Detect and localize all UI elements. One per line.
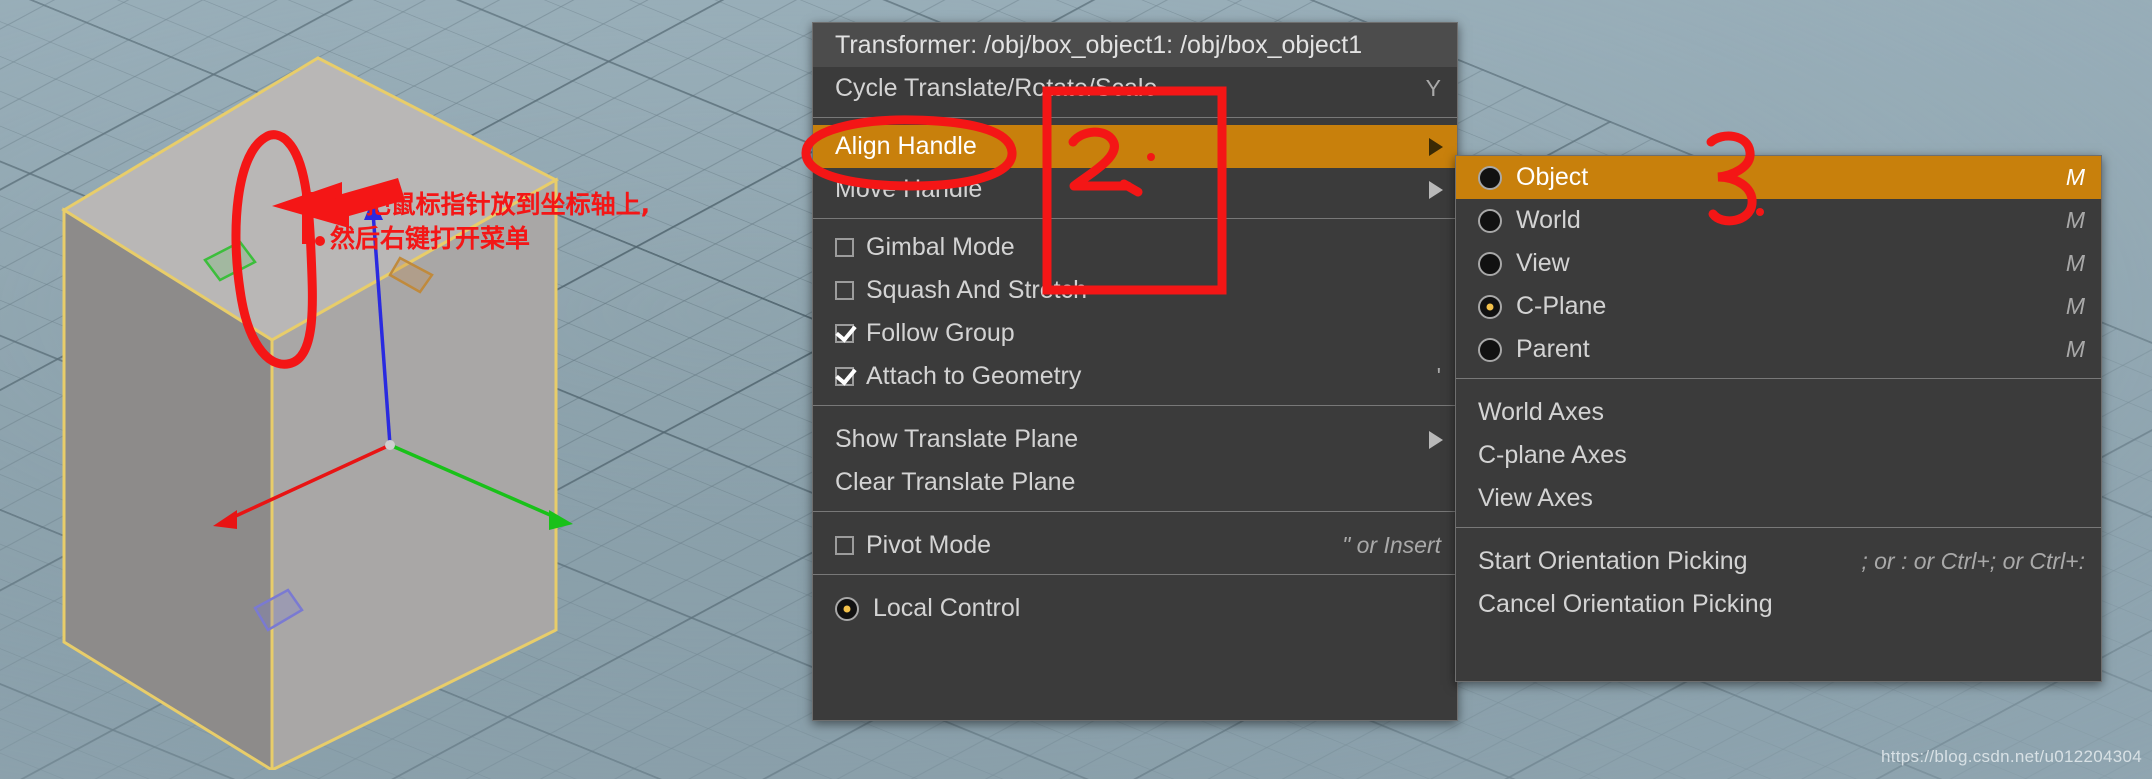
align-handle-submenu[interactable]: Object M World M View M C-Plane M Parent… bbox=[1455, 155, 2102, 682]
submenu-item-cancel-orientation-picking[interactable]: Cancel Orientation Picking bbox=[1456, 583, 2101, 626]
gizmo-origin[interactable] bbox=[385, 440, 395, 450]
context-menu-title: Transformer: /obj/box_object1: /obj/box_… bbox=[813, 23, 1457, 67]
submenu-item-world-axes[interactable]: World Axes bbox=[1456, 391, 2101, 434]
menu-item-follow-group[interactable]: Follow Group bbox=[813, 312, 1457, 355]
menu-item-show-translate-plane[interactable]: Show Translate Plane bbox=[813, 418, 1457, 461]
annotation-step-one-line1: 1. 把鼠标指针放到坐标轴上, bbox=[330, 190, 651, 219]
submenu-item-object[interactable]: Object M bbox=[1456, 156, 2101, 199]
watermark: https://blog.csdn.net/u012204304 bbox=[1880, 747, 2142, 766]
menu-item-squash-and-stretch[interactable]: Squash And Stretch bbox=[813, 269, 1457, 312]
menu-separator bbox=[813, 511, 1457, 512]
gizmo-x-arrowhead[interactable] bbox=[213, 510, 237, 529]
menu-item-move-handle[interactable]: Move Handle bbox=[813, 168, 1457, 211]
radio-unselected-icon[interactable] bbox=[1478, 208, 1502, 233]
chevron-right-icon bbox=[1429, 430, 1443, 449]
menu-item-pivot-mode[interactable]: Pivot Mode " or Insert bbox=[813, 524, 1457, 567]
checkbox-checked-icon[interactable] bbox=[835, 367, 854, 386]
menu-item-clear-translate-plane[interactable]: Clear Translate Plane bbox=[813, 461, 1457, 504]
radio-unselected-icon[interactable] bbox=[1478, 251, 1502, 276]
menu-separator bbox=[1456, 527, 2101, 528]
submenu-item-start-orientation-picking[interactable]: Start Orientation Picking ; or : or Ctrl… bbox=[1456, 540, 2101, 583]
checkbox-unchecked-icon[interactable] bbox=[835, 281, 854, 300]
menu-separator bbox=[813, 405, 1457, 406]
annotation-step-one-line2: 然后右键打开菜单 bbox=[330, 224, 531, 253]
transformer-context-menu[interactable]: Transformer: /obj/box_object1: /obj/box_… bbox=[812, 22, 1458, 721]
radio-unselected-icon[interactable] bbox=[1478, 165, 1502, 190]
menu-item-align-handle[interactable]: Align Handle bbox=[813, 125, 1457, 168]
submenu-item-view-axes[interactable]: View Axes bbox=[1456, 477, 2101, 520]
menu-item-gimbal-mode[interactable]: Gimbal Mode bbox=[813, 226, 1457, 269]
menu-separator bbox=[813, 117, 1457, 118]
submenu-item-parent[interactable]: Parent M bbox=[1456, 328, 2101, 371]
radio-selected-icon[interactable] bbox=[835, 596, 859, 621]
chevron-right-icon bbox=[1429, 137, 1443, 156]
menu-separator bbox=[813, 574, 1457, 575]
checkbox-checked-icon[interactable] bbox=[835, 324, 854, 343]
radio-unselected-icon[interactable] bbox=[1478, 337, 1502, 362]
transform-handle-gizmo[interactable] bbox=[185, 120, 605, 540]
menu-separator bbox=[1456, 378, 2101, 379]
radio-selected-icon[interactable] bbox=[1478, 294, 1502, 319]
menu-separator bbox=[813, 218, 1457, 219]
submenu-item-view[interactable]: View M bbox=[1456, 242, 2101, 285]
menu-item-attach-to-geometry[interactable]: Attach to Geometry ' bbox=[813, 355, 1457, 398]
submenu-item-c-plane-axes[interactable]: C-plane Axes bbox=[1456, 434, 2101, 477]
submenu-item-c-plane[interactable]: C-Plane M bbox=[1456, 285, 2101, 328]
chevron-right-icon bbox=[1429, 180, 1443, 199]
checkbox-unchecked-icon[interactable] bbox=[835, 238, 854, 257]
submenu-item-world[interactable]: World M bbox=[1456, 199, 2101, 242]
menu-item-cycle-translate-rotate-scale[interactable]: Cycle Translate/Rotate/Scale Y bbox=[813, 67, 1457, 110]
checkbox-unchecked-icon[interactable] bbox=[835, 536, 854, 555]
menu-item-local-control[interactable]: Local Control bbox=[813, 587, 1457, 630]
gizmo-y-arrowhead[interactable] bbox=[549, 510, 573, 530]
gizmo-y-axis[interactable] bbox=[389, 443, 558, 520]
gizmo-x-axis[interactable] bbox=[226, 443, 391, 522]
